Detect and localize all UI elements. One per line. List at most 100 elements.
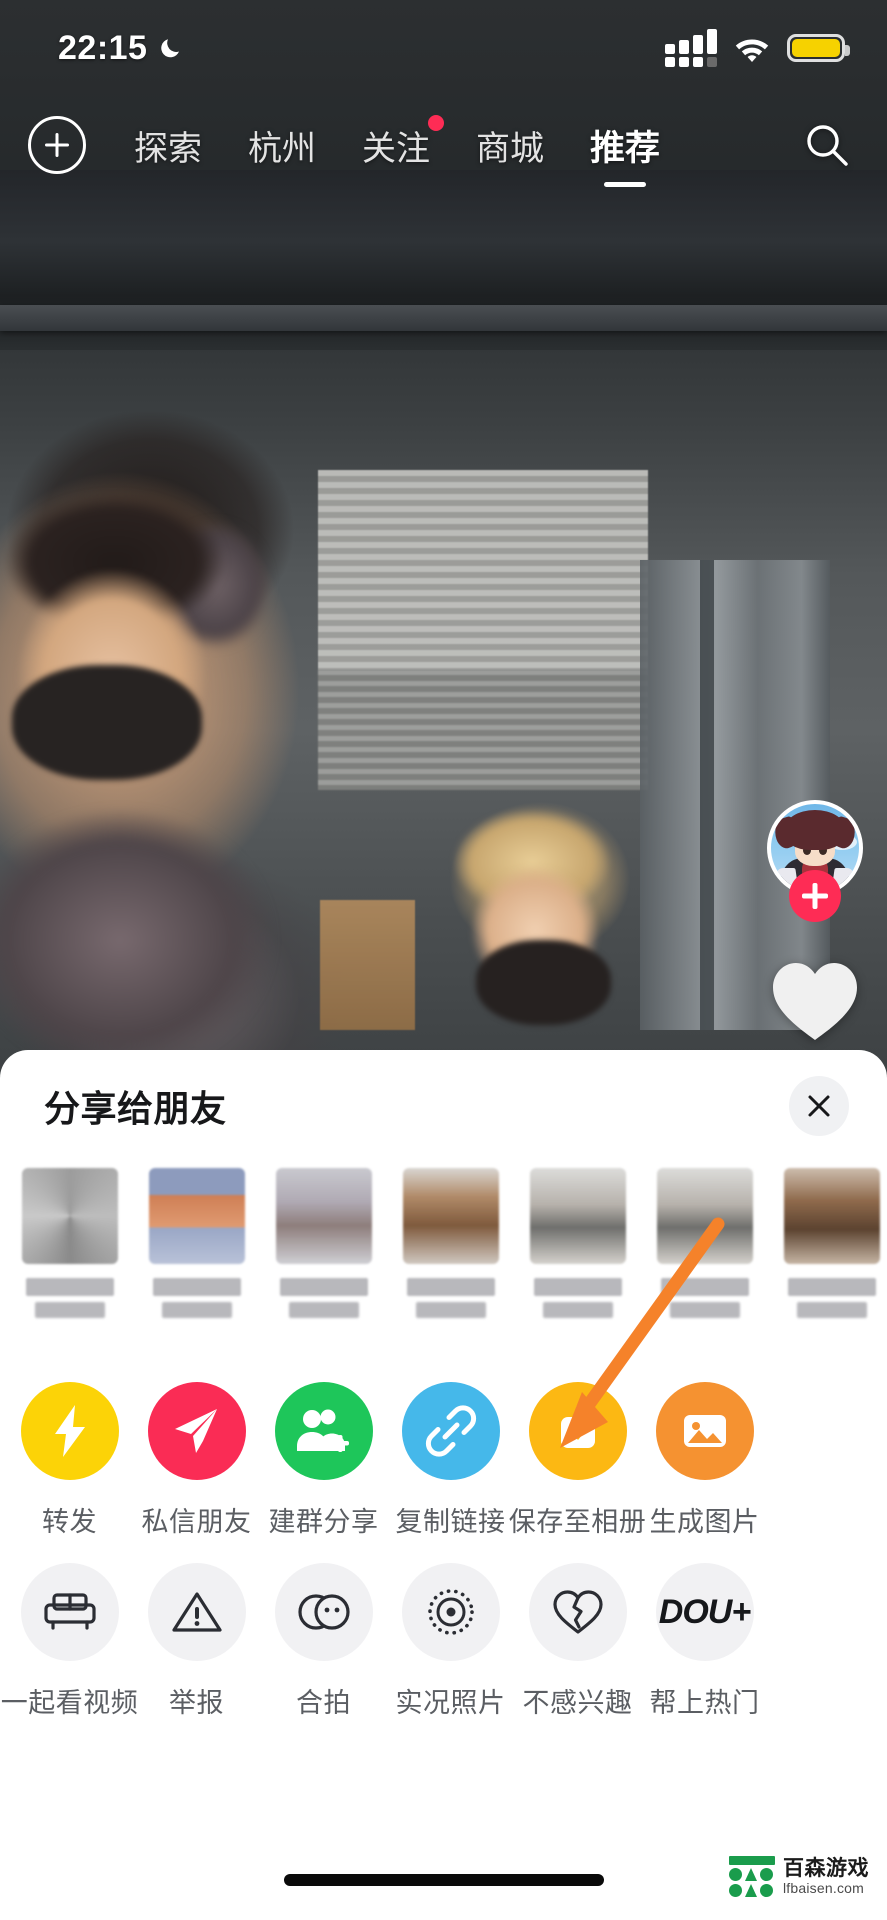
share-action-label: 一起看视频	[0, 1688, 139, 1718]
share-action-save-to-album[interactable]: 保存至相册	[509, 1382, 646, 1539]
friend-avatar	[656, 1168, 753, 1264]
watermark-bar	[729, 1856, 775, 1865]
share-action-not-interested[interactable]: 不感兴趣	[514, 1563, 641, 1720]
share-action-forward[interactable]: 转发	[6, 1382, 133, 1539]
video-beam	[0, 305, 887, 331]
nav-tab-mall[interactable]: 商城	[476, 121, 544, 170]
watermark-logo-icon	[729, 1856, 775, 1898]
share-action-label: 帮上热门	[649, 1688, 760, 1718]
share-action-label: 复制链接	[395, 1507, 506, 1537]
share-action-create-group[interactable]: 建群分享	[260, 1382, 387, 1539]
nav-tab-label: 推荐	[590, 128, 661, 168]
friend-name	[660, 1278, 749, 1296]
plus-circle-icon[interactable]	[28, 116, 86, 174]
share-action-watch-together[interactable]: 一起看视频	[1, 1563, 138, 1720]
video-person-background	[430, 800, 690, 1060]
share-action-copy-link[interactable]: 复制链接	[387, 1382, 514, 1539]
dou-plus-label: DOU+	[658, 1592, 751, 1631]
heart-icon[interactable]	[769, 958, 861, 1044]
friend-avatar	[21, 1168, 118, 1264]
friend-item[interactable]	[514, 1162, 641, 1318]
cellular-signal-icon	[665, 29, 717, 67]
follow-button[interactable]	[789, 870, 841, 922]
sofa-icon	[20, 1563, 119, 1661]
top-nav-bar: 探索 杭州 关注 商城 推荐	[0, 100, 887, 190]
avatar-hair	[784, 810, 846, 850]
nav-tab-label: 探索	[134, 129, 202, 168]
friend-item[interactable]	[260, 1162, 387, 1318]
notification-dot-icon	[428, 114, 444, 131]
nav-tab-label: 杭州	[248, 129, 316, 168]
status-bar: 22:15	[0, 0, 887, 96]
friend-item[interactable]	[641, 1162, 768, 1318]
watermark-dot	[729, 1884, 742, 1897]
watermark-text: 百森游戏 lfbaisen.com	[783, 1857, 869, 1897]
nav-tab-following[interactable]: 关注	[362, 114, 444, 170]
share-action-label: 转发	[42, 1507, 97, 1537]
friend-avatar	[275, 1168, 372, 1264]
nav-tab-explore[interactable]: 探索	[134, 121, 202, 170]
video-person-foreground	[0, 480, 350, 1070]
friend-name	[279, 1278, 368, 1296]
friend-name	[406, 1278, 495, 1296]
nav-tab-label: 商城	[476, 129, 544, 168]
nav-tab-recommend[interactable]: 推荐	[590, 120, 661, 187]
share-action-label: 合拍	[296, 1688, 351, 1718]
friend-name-line2	[288, 1302, 359, 1318]
share-sheet: 分享给朋友 转发 私信朋友 建群分享 复制链接 保存至相册 生成图片 一起看视频…	[0, 1050, 887, 1920]
watermark-dot	[760, 1884, 773, 1897]
watermark-dot	[729, 1868, 742, 1881]
watermark-row	[729, 1884, 775, 1897]
share-action-duet[interactable]: 合拍	[260, 1563, 387, 1720]
share-action-label: 保存至相册	[508, 1507, 647, 1537]
share-action-label: 实况照片	[395, 1688, 506, 1718]
crescent-moon-icon	[159, 35, 185, 61]
warning-triangle-icon	[147, 1563, 246, 1661]
watermark-row	[729, 1868, 775, 1881]
lightning-bolt-icon	[20, 1382, 119, 1480]
share-action-direct-message[interactable]: 私信朋友	[133, 1382, 260, 1539]
watermark-triangle	[745, 1884, 757, 1897]
watermark-brand-en: lfbaisen.com	[783, 1879, 864, 1896]
share-sheet-title: 分享给朋友	[44, 1088, 227, 1129]
video-blinds-lower	[318, 670, 648, 790]
status-bar-right	[665, 29, 850, 67]
friend-item[interactable]	[133, 1162, 260, 1318]
video-person-mask	[12, 665, 202, 780]
nav-tab-hangzhou[interactable]: 杭州	[248, 121, 316, 170]
download-album-icon	[528, 1382, 627, 1480]
avatar-with-follow[interactable]	[767, 800, 863, 922]
friend-item[interactable]	[6, 1162, 133, 1318]
share-action-report[interactable]: 举报	[133, 1563, 260, 1720]
friend-name-line2	[415, 1302, 486, 1318]
friend-name	[25, 1278, 114, 1296]
share-actions-row-1: 转发 私信朋友 建群分享 复制链接 保存至相册 生成图片	[0, 1382, 887, 1539]
share-action-live-photo[interactable]: 实况照片	[387, 1563, 514, 1720]
share-action-label: 生成图片	[649, 1507, 760, 1537]
share-action-label: 举报	[169, 1688, 224, 1718]
friend-name-line2	[34, 1302, 105, 1318]
duet-circles-icon	[274, 1563, 373, 1661]
watermark-dot	[760, 1868, 773, 1881]
friend-name	[152, 1278, 241, 1296]
friend-avatar	[783, 1168, 880, 1264]
close-icon[interactable]	[789, 1076, 849, 1136]
phone-screen: 22:15 探索 杭州 关注 商城 推荐 分享给朋友 转发 私信朋友 建群分享 …	[0, 0, 887, 1920]
share-sheet-header: 分享给朋友	[0, 1050, 887, 1162]
link-chain-icon	[401, 1382, 500, 1480]
share-action-label: 不感兴趣	[522, 1688, 633, 1718]
friend-item[interactable]	[387, 1162, 514, 1318]
friends-share-list[interactable]	[0, 1162, 887, 1368]
paper-plane-icon	[147, 1382, 246, 1480]
search-icon[interactable]	[801, 119, 853, 171]
watermark: 百森游戏 lfbaisen.com	[729, 1856, 869, 1898]
active-tab-underline	[604, 181, 646, 187]
share-action-generate-image[interactable]: 生成图片	[641, 1382, 768, 1539]
friend-item[interactable]	[768, 1162, 887, 1318]
nav-tabs: 探索 杭州 关注 商城 推荐	[134, 114, 801, 187]
status-bar-left: 22:15	[58, 29, 185, 68]
image-picture-icon	[655, 1382, 754, 1480]
share-action-boost-trending[interactable]: DOU+ 帮上热门	[641, 1563, 768, 1720]
friend-name-line2	[542, 1302, 613, 1318]
live-photo-icon	[401, 1563, 500, 1661]
